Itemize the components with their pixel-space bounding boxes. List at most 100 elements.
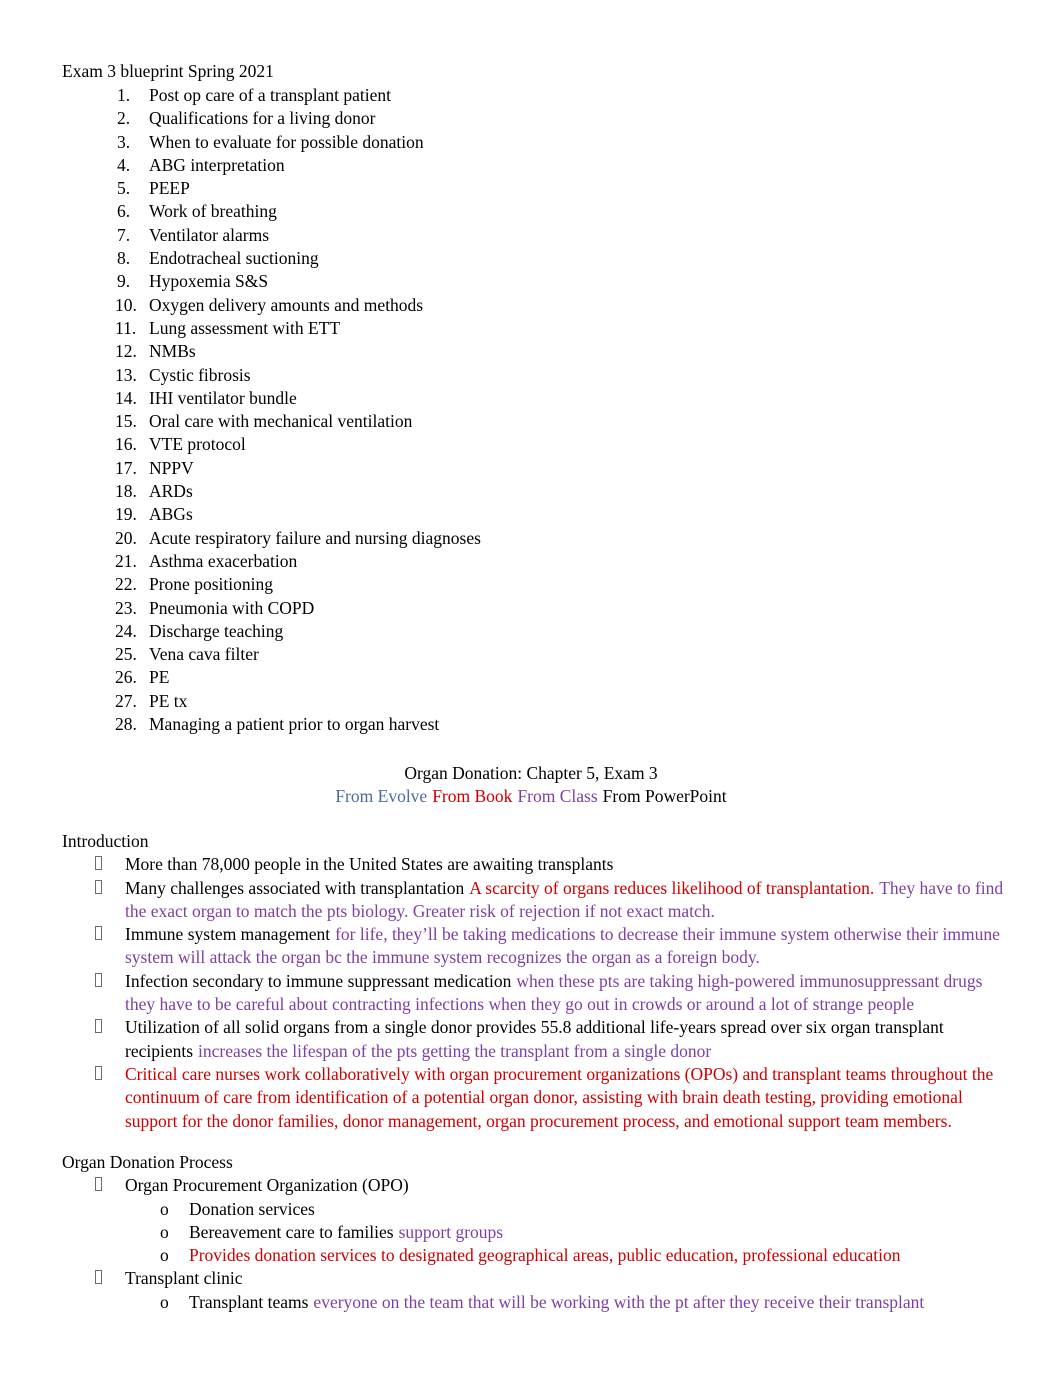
list-marker: 20. bbox=[115, 527, 137, 548]
list-item-text: Discharge teaching bbox=[149, 620, 284, 641]
list-item-text: Post op care of a transplant patient bbox=[149, 85, 392, 105]
list-item: 5. PEEP bbox=[62, 177, 962, 200]
list-item: 7. Ventilator alarms bbox=[62, 224, 962, 247]
list-item: 20. Acute respiratory failure and nursing… bbox=[62, 527, 962, 550]
list-item: Organ Procurement Organization (OPO) bbox=[62, 1174, 1012, 1197]
list-item: 14. IHI ventilator bundle bbox=[62, 387, 962, 410]
list-marker: 5. bbox=[117, 178, 131, 199]
list-marker: 12. bbox=[115, 341, 137, 362]
list-marker: 22. bbox=[115, 574, 137, 595]
list-marker: 9. bbox=[117, 271, 131, 292]
list-item-text: NMBs bbox=[149, 341, 196, 362]
list-item-text: IHI ventilator bundle bbox=[149, 387, 297, 408]
list-marker: 18. bbox=[115, 481, 137, 502]
list-item: 8. Endotracheal suctioning bbox=[62, 247, 962, 270]
list-item: o Donation services bbox=[62, 1198, 1012, 1221]
list-marker: 3. bbox=[117, 131, 131, 152]
list-marker: 21. bbox=[115, 550, 137, 571]
legend-from-class: From Class bbox=[517, 786, 598, 807]
list-item: Critical care nurses work collaborativel… bbox=[62, 1063, 1012, 1133]
list-item-text: PE tx bbox=[149, 690, 188, 711]
sub-bullet-text-black: Bereavement care to families bbox=[189, 1221, 394, 1242]
list-item: 13. Cystic fibrosis bbox=[62, 364, 962, 387]
list-item-text: Vena cava filter bbox=[149, 644, 259, 665]
list-item-text: ABG interpretation bbox=[149, 154, 285, 175]
list-marker: 15. bbox=[115, 411, 137, 432]
list-item-text: Cystic fibrosis bbox=[149, 364, 251, 385]
list-marker: 8. bbox=[117, 248, 131, 269]
list-item-text: PE bbox=[149, 667, 170, 688]
list-marker: 28. bbox=[115, 714, 137, 735]
bullet-text-black: Infection secondary to immune suppressan… bbox=[125, 970, 512, 991]
list-item-text: When to evaluate for possible donation bbox=[149, 131, 424, 152]
list-item: 22. Prone positioning bbox=[62, 573, 962, 596]
sub-bullet-text-class: support groups bbox=[398, 1221, 504, 1242]
legend-from-evolve: From Evolve bbox=[335, 786, 428, 807]
chapter-title: Organ Donation: Chapter 5, Exam 3 bbox=[404, 763, 658, 783]
list-item: 4. ABG interpretation bbox=[62, 154, 962, 177]
list-item-text: VTE protocol bbox=[149, 434, 246, 455]
bullet-text-class: increases the lifespan of the pts gettin… bbox=[198, 1040, 712, 1061]
list-marker: 17. bbox=[115, 457, 137, 478]
bullet-text-black: Organ Procurement Organization (OPO) bbox=[125, 1175, 409, 1196]
sub-bullet-marker: o bbox=[160, 1245, 169, 1266]
bullet-box-icon bbox=[95, 970, 102, 993]
list-item-text: Acute respiratory failure and nursing di… bbox=[149, 527, 481, 548]
list-item: 2. Qualifications for a living donor bbox=[62, 107, 962, 130]
bullet-text-book: A scarcity of organs reduces likelihood … bbox=[469, 877, 875, 898]
bullet-box-icon bbox=[95, 853, 102, 876]
sub-bullet-text-black: Transplant teams bbox=[189, 1291, 309, 1312]
sub-bullet-text-class: everyone on the team that will be workin… bbox=[313, 1291, 925, 1312]
legend-from-powerpoint: From PowerPoint bbox=[602, 786, 727, 807]
list-item-text: Hypoxemia S&S bbox=[149, 271, 269, 292]
bullet-text-black: More than 78,000 people in the United St… bbox=[125, 854, 614, 875]
list-item-text: Managing a patient prior to organ harves… bbox=[149, 714, 440, 735]
list-item-text: Pneumonia with COPD bbox=[149, 597, 315, 618]
list-item: 26. PE bbox=[62, 666, 962, 689]
list-item-text: Qualifications for a living donor bbox=[149, 108, 376, 129]
list-item: 18. ARDs bbox=[62, 480, 962, 503]
list-item: Many challenges associated with transpla… bbox=[62, 877, 1012, 924]
list-item: 12. NMBs bbox=[62, 340, 962, 363]
list-item: 24. Discharge teaching bbox=[62, 620, 962, 643]
list-item: Transplant clinic bbox=[62, 1267, 1012, 1290]
bullet-box-icon bbox=[95, 1174, 102, 1197]
list-item-text: Lung assessment with ETT bbox=[149, 317, 341, 338]
list-item: 10. Oxygen delivery amounts and methods bbox=[62, 294, 962, 317]
list-item: 16. VTE protocol bbox=[62, 433, 962, 456]
list-item: 28. Managing a patient prior to organ har… bbox=[62, 713, 962, 736]
legend-from-book: From Book bbox=[432, 786, 513, 807]
list-marker: 6. bbox=[117, 201, 131, 222]
sub-bullet-marker: o bbox=[160, 1198, 169, 1219]
list-marker: 11. bbox=[115, 317, 137, 338]
document-page: Exam 3 blueprint Spring 2021 1. Post op c… bbox=[0, 0, 1062, 1377]
list-item-text: ARDs bbox=[149, 481, 193, 502]
list-marker: 14. bbox=[115, 387, 137, 408]
list-marker: 1. bbox=[117, 85, 131, 105]
list-item: o Transplant teams everyone on the team t… bbox=[62, 1291, 1012, 1314]
list-item: 25. Vena cava filter bbox=[62, 643, 962, 666]
list-marker: 10. bbox=[115, 294, 137, 315]
bullet-box-icon bbox=[95, 1063, 102, 1086]
list-marker: 2. bbox=[117, 108, 131, 129]
list-item-text: NPPV bbox=[149, 457, 194, 478]
list-item: o Provides donation services to designat… bbox=[62, 1244, 1012, 1267]
list-item-text: Ventilator alarms bbox=[149, 224, 270, 245]
sub-bullet-text-black: Donation services bbox=[189, 1198, 315, 1219]
list-item: 23. Pneumonia with COPD bbox=[62, 597, 962, 620]
list-item-text: Oral care with mechanical ventilation bbox=[149, 411, 413, 432]
list-item-text: ABGs bbox=[149, 504, 193, 525]
introduction-heading: Introduction bbox=[62, 831, 149, 851]
list-item: More than 78,000 people in the United St… bbox=[62, 853, 1012, 876]
list-item-text: Oxygen delivery amounts and methods bbox=[149, 294, 424, 315]
sub-bullet-marker: o bbox=[160, 1291, 169, 1312]
sub-bullet-text-book: Provides donation services to designated… bbox=[189, 1245, 901, 1266]
list-item-text: Prone positioning bbox=[149, 574, 273, 595]
introduction-section: Introduction More than 78,000 people in … bbox=[62, 830, 1012, 1133]
bullet-box-icon bbox=[95, 1267, 102, 1290]
list-item: 19. ABGs bbox=[62, 503, 962, 526]
list-marker: 23. bbox=[115, 597, 137, 618]
donation-process-heading: Organ Donation Process bbox=[62, 1152, 233, 1172]
list-item: 6. Work of breathing bbox=[62, 200, 962, 223]
list-item: Utilization of all solid organs from a s… bbox=[62, 1016, 1012, 1063]
